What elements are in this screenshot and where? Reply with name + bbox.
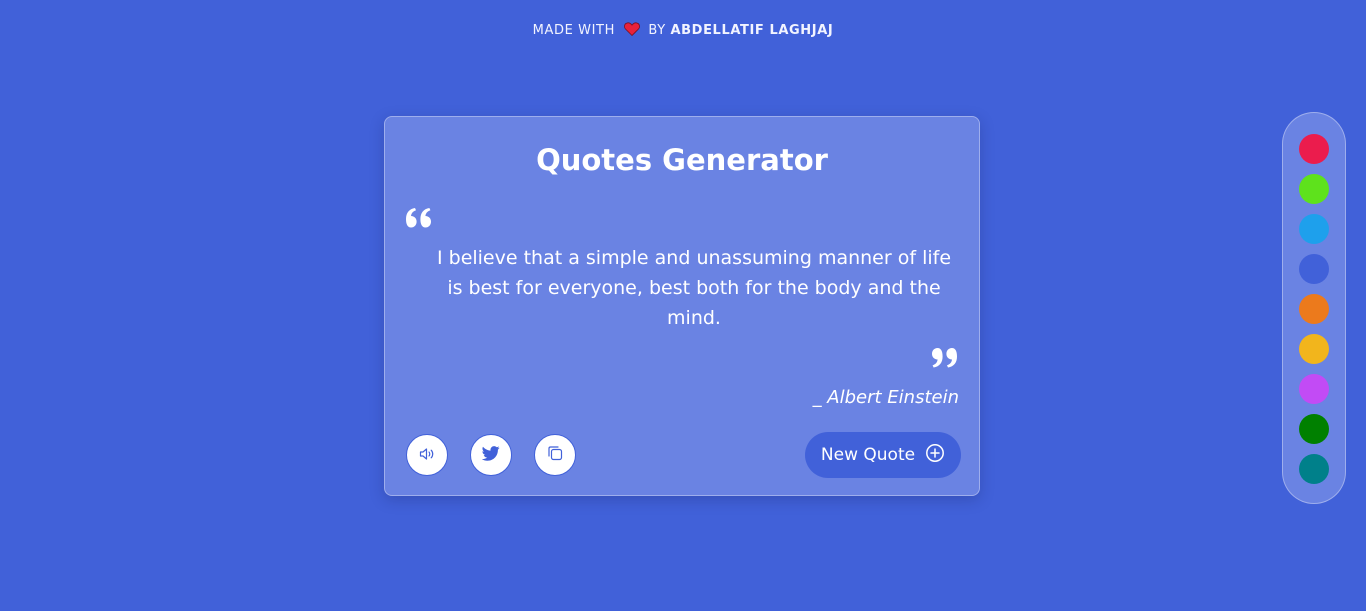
tweet-button[interactable] (470, 434, 512, 476)
color-swatch-orange[interactable] (1299, 294, 1329, 324)
quote-left-icon (405, 207, 433, 233)
theme-color-palette (1282, 112, 1346, 504)
copy-icon (547, 445, 563, 465)
quote-card: Quotes Generator I believe that a simple… (384, 116, 980, 496)
color-swatch-amber[interactable] (1299, 334, 1329, 364)
color-swatch-teal[interactable] (1299, 454, 1329, 484)
color-swatch-royal[interactable] (1299, 254, 1329, 284)
quote-author: _ Albert Einstein (812, 387, 959, 408)
page-credit: MADE WITH BY ABDELLATIF LAGHJAJ (0, 22, 1366, 40)
new-quote-button[interactable]: New Quote (805, 432, 961, 478)
speech-button[interactable] (406, 434, 448, 476)
card-title: Quotes Generator (536, 143, 828, 177)
heart-icon (623, 22, 640, 40)
color-swatch-crimson[interactable] (1299, 134, 1329, 164)
twitter-icon (481, 445, 500, 465)
color-swatch-lime[interactable] (1299, 174, 1329, 204)
new-quote-label: New Quote (820, 445, 916, 465)
quote-right-icon (931, 347, 959, 373)
color-swatch-violet[interactable] (1299, 374, 1329, 404)
color-swatch-sky[interactable] (1299, 214, 1329, 244)
color-swatch-green[interactable] (1299, 414, 1329, 444)
credit-prefix: MADE WITH (532, 23, 615, 38)
credit-by: BY (648, 23, 666, 38)
credit-author: ABDELLATIF LAGHJAJ (670, 23, 834, 38)
plus-circle-icon (925, 443, 945, 468)
volume-icon (419, 446, 435, 465)
quote-text: I believe that a simple and unassuming m… (436, 247, 952, 329)
copy-button[interactable] (534, 434, 576, 476)
